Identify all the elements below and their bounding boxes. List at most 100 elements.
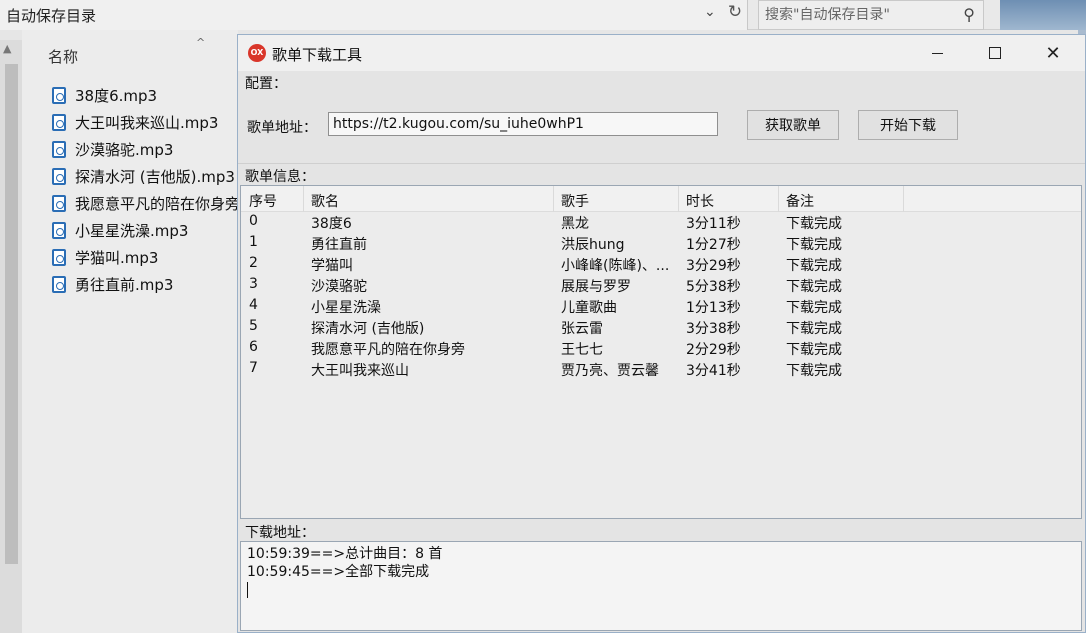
chevron-down-icon[interactable]: ⌄ — [704, 4, 716, 20]
audio-file-icon — [52, 114, 66, 131]
cell-artist: 黑龙 — [561, 216, 589, 232]
explorer-address-bar: 自动保存目录 ⌄ ↻ ⚲ — [0, 0, 1000, 30]
cell-title: 探清水河 (吉他版) — [311, 321, 425, 337]
playlist-download-tool-window: OX 歌单下载工具 ✕ 配置： 歌单地址： 获取歌单 开始下载 歌单信息： 序号… — [237, 34, 1086, 633]
chevron-up-icon[interactable]: ▲ — [3, 42, 11, 55]
cell-title: 沙漠骆驼 — [311, 279, 367, 295]
cell-duration: 1分13秒 — [686, 300, 741, 316]
cell-title: 大王叫我来巡山 — [311, 363, 409, 379]
column-divider[interactable] — [303, 186, 304, 212]
table-row[interactable]: 4 小星星洗澡 儿童歌曲 1分13秒 下载完成 — [241, 296, 1081, 317]
cell-note: 下载完成 — [786, 363, 842, 379]
search-input[interactable] — [765, 5, 955, 25]
cell-duration: 3分29秒 — [686, 258, 741, 274]
cell-title: 38度6 — [311, 216, 352, 232]
column-divider[interactable] — [778, 186, 779, 212]
cell-title: 小星星洗澡 — [311, 300, 381, 316]
playlist-url-label: 歌单地址： — [247, 120, 317, 136]
column-divider[interactable] — [553, 186, 554, 212]
column-header-no[interactable]: 序号 — [249, 191, 277, 211]
search-box[interactable]: ⚲ — [758, 0, 984, 30]
file-item[interactable]: 学猫叫.mp3 — [52, 244, 240, 271]
cell-artist: 小峰峰(陈峰)、... — [561, 258, 670, 274]
cell-duration: 5分38秒 — [686, 279, 741, 295]
cell-duration: 2分29秒 — [686, 342, 741, 358]
table-row[interactable]: 1 勇往直前 洪辰hung 1分27秒 下载完成 — [241, 233, 1081, 254]
column-header-title[interactable]: 歌名 — [311, 191, 339, 211]
address-path-box[interactable]: 自动保存目录 ⌄ ↻ — [0, 0, 748, 30]
file-item[interactable]: 我愿意平凡的陪在你身旁 — [52, 190, 240, 217]
table-row[interactable]: 3 沙漠骆驼 展展与罗罗 5分38秒 下载完成 — [241, 275, 1081, 296]
column-divider[interactable] — [678, 186, 679, 212]
file-item[interactable]: 探清水河 (吉他版).mp3 — [52, 163, 240, 190]
table-row[interactable]: 0 38度6 黑龙 3分11秒 下载完成 — [241, 212, 1081, 233]
cell-no: 6 — [249, 339, 258, 355]
desktop-background — [1000, 0, 1086, 30]
file-item[interactable]: 勇往直前.mp3 — [52, 271, 240, 298]
window-title: 歌单下载工具 — [272, 46, 363, 64]
cell-no: 4 — [249, 297, 258, 313]
minimize-icon — [931, 52, 943, 54]
explorer-scrollbar[interactable]: ▲ — [0, 40, 22, 633]
file-list-pane: 名称 ^ 38度6.mp3 大王叫我来巡山.mp3 沙漠骆驼.mp3 探清水河 (吉他… — [22, 30, 240, 633]
scrollbar-thumb[interactable] — [5, 64, 18, 564]
audio-file-icon — [52, 249, 66, 266]
file-item[interactable]: 大王叫我来巡山.mp3 — [52, 109, 240, 136]
cell-duration: 3分11秒 — [686, 216, 741, 232]
cell-duration: 3分38秒 — [686, 321, 741, 337]
column-header-name[interactable]: 名称 — [48, 46, 78, 67]
sort-up-icon: ^ — [196, 36, 206, 49]
cell-note: 下载完成 — [786, 237, 842, 253]
file-item[interactable]: 38度6.mp3 — [52, 82, 240, 109]
log-line: 10:59:39==>总计曲目：8 首 — [247, 546, 443, 562]
cell-no: 3 — [249, 276, 258, 292]
cell-title: 我愿意平凡的陪在你身旁 — [311, 342, 465, 358]
app-icon: OX — [248, 44, 266, 62]
section-divider — [238, 163, 1085, 164]
download-address-label: 下载地址： — [245, 525, 315, 541]
file-name: 大王叫我来巡山.mp3 — [75, 114, 219, 132]
column-header-artist[interactable]: 歌手 — [561, 191, 676, 211]
cell-no: 7 — [249, 360, 258, 376]
cell-artist: 展展与罗罗 — [561, 279, 631, 295]
column-divider[interactable] — [903, 186, 904, 212]
file-name: 勇往直前.mp3 — [75, 276, 174, 294]
search-icon[interactable]: ⚲ — [963, 5, 975, 24]
title-bar[interactable]: OX 歌单下载工具 ✕ — [238, 35, 1085, 71]
playlist-info-label: 歌单信息： — [245, 169, 315, 185]
cell-artist: 王七七 — [561, 342, 603, 358]
file-name: 探清水河 (吉他版).mp3 — [75, 168, 235, 186]
file-name: 38度6.mp3 — [75, 87, 158, 105]
file-item[interactable]: 沙漠骆驼.mp3 — [52, 136, 240, 163]
minimize-button[interactable] — [908, 35, 966, 71]
table-row[interactable]: 6 我愿意平凡的陪在你身旁 王七七 2分29秒 下载完成 — [241, 338, 1081, 359]
table-row[interactable]: 7 大王叫我来巡山 贾乃亮、贾云馨 3分41秒 下载完成 — [241, 359, 1081, 380]
file-list: 38度6.mp3 大王叫我来巡山.mp3 沙漠骆驼.mp3 探清水河 (吉他版).mp… — [52, 82, 240, 298]
playlist-url-input[interactable] — [328, 112, 718, 136]
column-header-note[interactable]: 备注 — [786, 191, 814, 211]
maximize-button[interactable] — [966, 35, 1024, 71]
download-log-textarea[interactable]: 10:59:39==>总计曲目：8 首 10:59:45==>全部下载完成 — [240, 541, 1082, 631]
cell-note: 下载完成 — [786, 216, 842, 232]
cell-note: 下载完成 — [786, 321, 842, 337]
cell-duration: 3分41秒 — [686, 363, 741, 379]
audio-file-icon — [52, 168, 66, 185]
playlist-table[interactable]: 序号 歌名 歌手 时长 备注 0 38度6 黑龙 3分11秒 下载完成 1 勇往直前 洪辰hu… — [240, 185, 1082, 519]
refresh-icon[interactable]: ↻ — [724, 2, 746, 26]
table-row[interactable]: 2 学猫叫 小峰峰(陈峰)、... 3分29秒 下载完成 — [241, 254, 1081, 275]
maximize-icon — [989, 47, 1001, 59]
column-header-duration[interactable]: 时长 — [686, 191, 714, 211]
cell-artist: 儿童歌曲 — [561, 300, 617, 316]
cell-title: 学猫叫 — [311, 258, 353, 274]
file-item[interactable]: 小星星洗澡.mp3 — [52, 217, 240, 244]
table-row[interactable]: 5 探清水河 (吉他版) 张云雷 3分38秒 下载完成 — [241, 317, 1081, 338]
start-download-button[interactable]: 开始下载 — [858, 110, 958, 140]
file-name: 学猫叫.mp3 — [75, 249, 159, 267]
audio-file-icon — [52, 222, 66, 239]
cell-title: 勇往直前 — [311, 237, 367, 253]
fetch-playlist-button[interactable]: 获取歌单 — [747, 110, 839, 140]
audio-file-icon — [52, 195, 66, 212]
close-button[interactable]: ✕ — [1024, 35, 1082, 71]
cell-no: 2 — [249, 255, 258, 271]
cell-artist: 洪辰hung — [561, 237, 625, 253]
